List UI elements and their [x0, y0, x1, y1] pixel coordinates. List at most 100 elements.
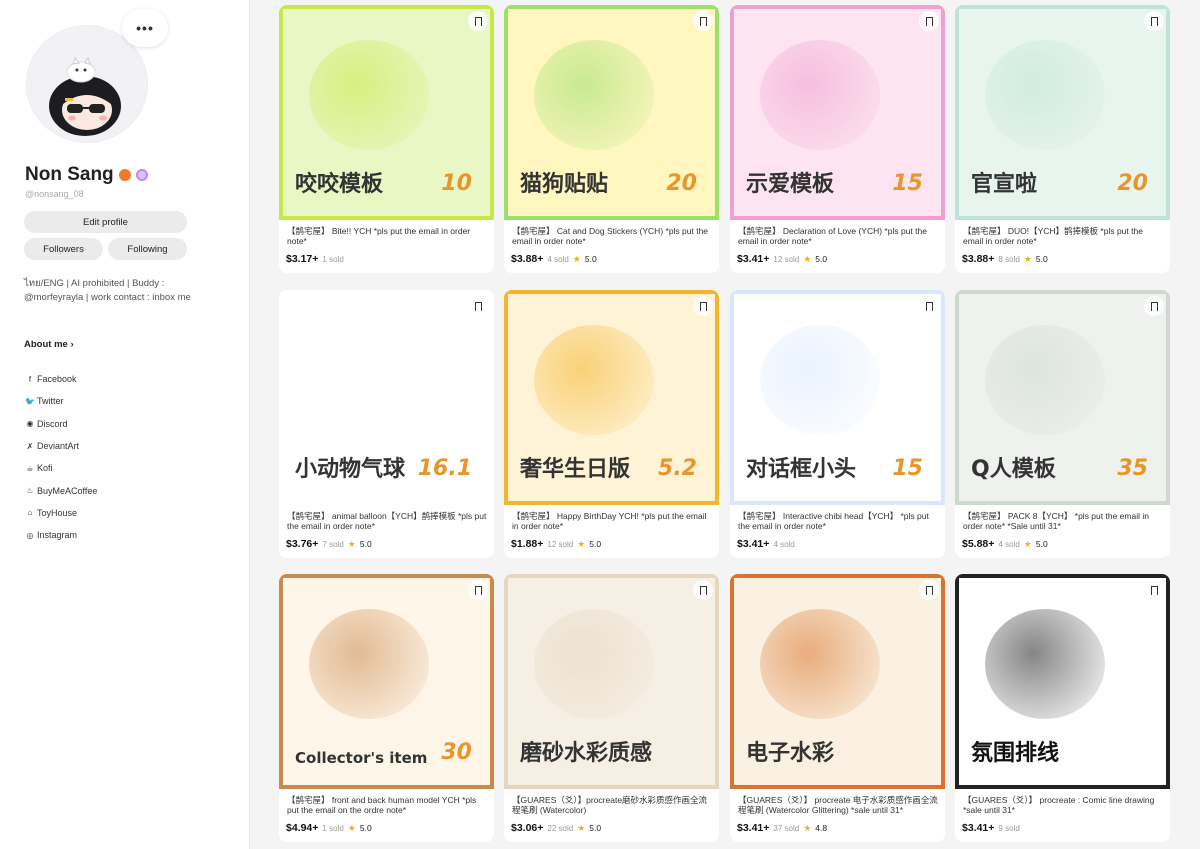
product-meta: $3.06+ 22 sold ★ 5.0	[511, 822, 601, 834]
product-thumbnail[interactable]: 咬咬模板 10	[279, 5, 494, 220]
product-meta: $3.17+ 1 sold	[286, 253, 344, 265]
bookmark-icon[interactable]	[693, 296, 713, 316]
product-card[interactable]: 官宣啦 20 【鹊宅屋】 DUO!【YCH】鹊捧模板 *pls put the em…	[955, 5, 1170, 273]
product-title[interactable]: 【鹊宅屋】 DUO!【YCH】鹊捧模板 *pls put the email i…	[963, 226, 1163, 246]
bookmark-icon[interactable]	[1144, 296, 1164, 316]
product-thumbnail[interactable]: 对话框小头 15	[730, 290, 945, 505]
product-card[interactable]: 示爱模板 15 【鹊宅屋】 Declaration of Love (YCH) *p…	[730, 5, 945, 273]
product-thumbnail[interactable]: 猫狗贴贴 20	[504, 5, 719, 220]
product-card[interactable]: Q人模板 35 【鹊宅屋】 PACK 8【YCH】 *pls put the ema…	[955, 290, 1170, 558]
product-title[interactable]: 【鹊宅屋】 Declaration of Love (YCH) *pls put…	[738, 226, 938, 246]
product-art-title: 奢华生日版	[520, 457, 631, 482]
link-twitter[interactable]: 🐦 Twitter	[24, 390, 97, 412]
product-title[interactable]: 【鹊宅屋】 Happy BirthDay YCH! *pls put the e…	[512, 511, 712, 531]
product-thumbnail[interactable]: 官宣啦 20	[955, 5, 1170, 220]
bookmark-icon[interactable]	[919, 580, 939, 600]
link-facebook[interactable]: f Facebook	[24, 368, 97, 390]
bookmark-icon[interactable]	[1144, 580, 1164, 600]
product-sold-count: 12 sold	[547, 540, 574, 549]
product-card[interactable]: 奢华生日版 5.2 【鹊宅屋】 Happy BirthDay YCH! *pls p…	[504, 290, 719, 558]
product-meta: $1.88+ 12 sold ★ 5.0	[511, 538, 601, 550]
link-instagram[interactable]: ◎ Instagram	[24, 524, 97, 546]
product-title[interactable]: 【鹊宅屋】 Bite!! YCH *pls put the email in o…	[287, 226, 487, 246]
product-title[interactable]: 【鹊宅屋】 Cat and Dog Stickers (YCH) *pls pu…	[512, 226, 712, 246]
product-card[interactable]: 咬咬模板 10 【鹊宅屋】 Bite!! YCH *pls put the emai…	[279, 5, 494, 273]
product-thumbnail[interactable]: 示爱模板 15	[730, 5, 945, 220]
product-thumbnail[interactable]: 磨砂水彩质感	[504, 574, 719, 789]
facebook-icon: f	[28, 374, 32, 384]
product-price: $3.76+	[286, 538, 319, 550]
edit-profile-button[interactable]: Edit profile	[24, 211, 187, 233]
product-title[interactable]: 【鹊宅屋】 animal balloon【YCH】鹊捧模板 *pls put t…	[287, 511, 487, 531]
bookmark-icon[interactable]	[468, 580, 488, 600]
product-price: $5.88+	[962, 538, 995, 550]
product-illustration	[534, 609, 654, 719]
bookmark-icon[interactable]	[919, 11, 939, 31]
product-card[interactable]: 小动物气球 16.1 【鹊宅屋】 animal balloon【YCH】鹊捧模板 *…	[279, 290, 494, 558]
bookmark-icon[interactable]	[1144, 11, 1164, 31]
following-button[interactable]: Following	[108, 238, 187, 260]
product-card[interactable]: 磨砂水彩质感【GUARES（爻）】procreate磨砂水彩质感作画全流程笔刷 …	[504, 574, 719, 842]
product-art-title: 示爱模板	[746, 172, 835, 197]
product-card[interactable]: Collector's item 30 【鹊宅屋】 front and back h…	[279, 574, 494, 842]
product-rating: 5.0	[359, 823, 372, 833]
creator-badge-icon	[118, 169, 131, 181]
bookmark-icon[interactable]	[468, 296, 488, 316]
product-rating: 4.8	[815, 823, 828, 833]
product-rating: 5.0	[584, 254, 597, 264]
link-toyhouse[interactable]: ⌂ ToyHouse	[24, 502, 97, 524]
product-thumbnail[interactable]: Q人模板 35	[955, 290, 1170, 505]
product-title[interactable]: 【鹊宅屋】 PACK 8【YCH】 *pls put the email in …	[963, 511, 1163, 531]
product-illustration	[760, 609, 880, 719]
product-art-title: 磨砂水彩质感	[520, 741, 653, 766]
product-price: $3.41+	[737, 822, 770, 834]
product-sold-count: 1 sold	[322, 824, 344, 833]
product-art-price: 30	[441, 740, 472, 765]
link-buymeacoffee[interactable]: ♨ BuyMeACoffee	[24, 479, 97, 501]
product-title[interactable]: 【鹊宅屋】 Interactive chibi head【YCH】 *pls p…	[738, 511, 938, 531]
product-art-title: 官宣啦	[971, 172, 1038, 197]
product-card[interactable]: 猫狗贴贴 20 【鹊宅屋】 Cat and Dog Stickers (YCH) *…	[504, 5, 719, 273]
product-illustration	[309, 325, 429, 435]
product-meta: $3.41+ 12 sold ★ 5.0	[737, 253, 827, 265]
product-card[interactable]: 氛围排线【GUARES（爻）】 procreate : Comic line d…	[955, 574, 1170, 842]
more-options-button[interactable]: •••	[122, 9, 168, 47]
product-thumbnail[interactable]: 电子水彩	[730, 574, 945, 789]
product-meta: $3.88+ 4 sold ★ 5.0	[511, 253, 597, 265]
star-icon: ★	[577, 539, 586, 549]
product-title[interactable]: 【GUARES（爻）】 procreate 电子水彩质感作画全流程笔刷 (Wat…	[738, 795, 938, 815]
instagram-icon: ◎	[26, 530, 34, 540]
product-card[interactable]: 对话框小头 15 【鹊宅屋】 Interactive chibi head【YCH】…	[730, 290, 945, 558]
product-art-title: 猫狗贴贴	[520, 172, 609, 197]
bookmark-icon[interactable]	[693, 580, 713, 600]
profile-name-row: Non Sang	[25, 164, 148, 186]
about-me-link[interactable]: About me ›	[24, 339, 74, 350]
followers-button[interactable]: Followers	[24, 238, 103, 260]
product-meta: $3.88+ 8 sold ★ 5.0	[962, 253, 1048, 265]
product-thumbnail[interactable]: 氛围排线	[955, 574, 1170, 789]
product-thumbnail[interactable]: 小动物气球 16.1	[279, 290, 494, 505]
product-title[interactable]: 【GUARES（爻）】procreate磨砂水彩质感作画全流程笔刷 (Water…	[512, 795, 712, 815]
product-illustration	[760, 40, 880, 150]
discord-icon: ◉	[26, 419, 34, 429]
product-title[interactable]: 【GUARES（爻）】 procreate : Comic line drawi…	[963, 795, 1163, 815]
product-card[interactable]: 电子水彩【GUARES（爻）】 procreate 电子水彩质感作画全流程笔刷 …	[730, 574, 945, 842]
star-icon: ★	[577, 823, 586, 833]
link-kofi[interactable]: ☕ Kofi	[24, 457, 97, 479]
bookmark-icon[interactable]	[919, 296, 939, 316]
link-label: Discord	[37, 418, 68, 429]
product-meta: $3.41+ 37 sold ★ 4.8	[737, 822, 827, 834]
link-discord[interactable]: ◉ Discord	[24, 413, 97, 435]
product-art-title: 对话框小头	[746, 457, 857, 482]
bookmark-icon[interactable]	[693, 11, 713, 31]
deviantart-icon: ✗	[26, 441, 34, 451]
product-price: $3.41+	[962, 822, 995, 834]
profile-bio: ไทย/ENG | AI prohibited | Buddy : @morfe…	[24, 278, 191, 303]
product-thumbnail[interactable]: 奢华生日版 5.2	[504, 290, 719, 505]
bookmark-icon[interactable]	[468, 11, 488, 31]
link-deviantart[interactable]: ✗ DeviantArt	[24, 435, 97, 457]
profile-name: Non Sang	[25, 164, 114, 185]
product-illustration	[309, 40, 429, 150]
product-title[interactable]: 【鹊宅屋】 front and back human model YCH *pl…	[287, 795, 487, 815]
product-thumbnail[interactable]: Collector's item 30	[279, 574, 494, 789]
